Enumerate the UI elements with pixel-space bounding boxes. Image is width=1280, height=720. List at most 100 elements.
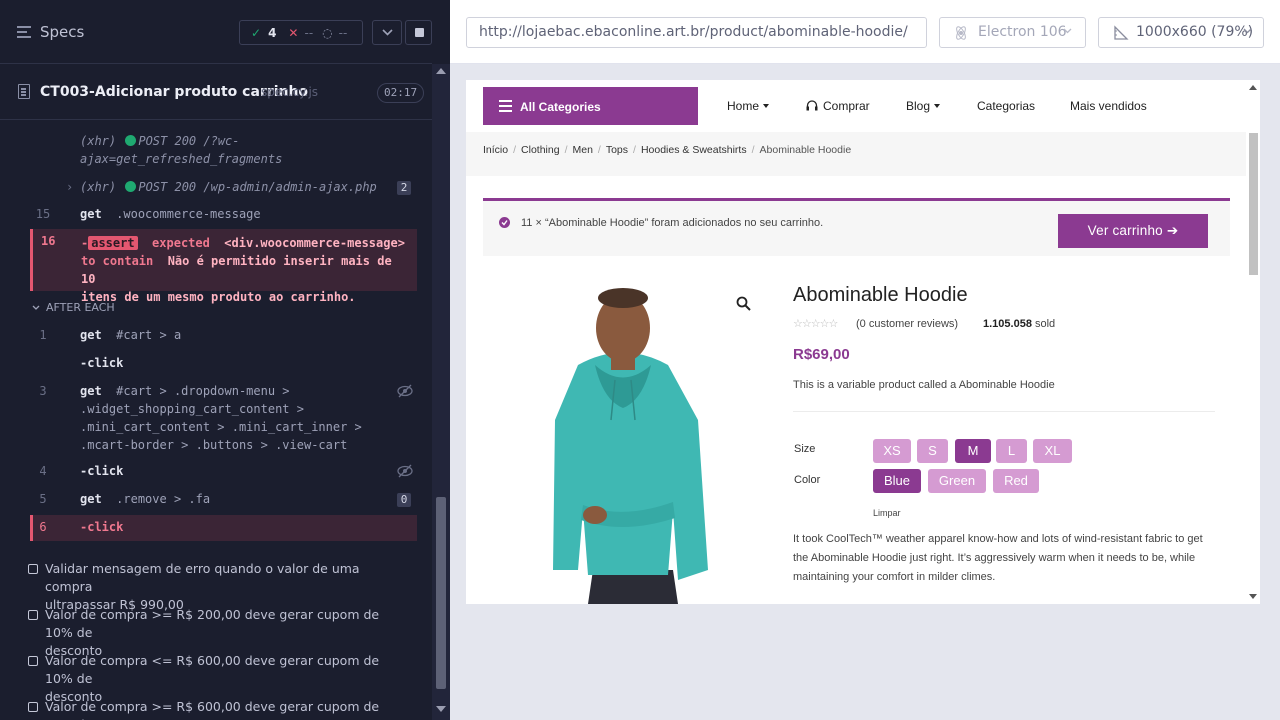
menu-comprar[interactable]: Comprar bbox=[806, 99, 870, 113]
zoom-icon[interactable] bbox=[736, 296, 751, 311]
clear-selection-link[interactable]: Limpar bbox=[873, 508, 901, 518]
sold-label: sold bbox=[1035, 318, 1056, 330]
command-arg: .remove > .fa bbox=[116, 492, 211, 506]
xhr-method: POST 200 /wp-admin/admin-ajax.php bbox=[138, 180, 377, 194]
color-swatch-blue[interactable]: Blue bbox=[873, 469, 921, 493]
cypress-reporter: Specs ✓ 4 ✕ -- ◌ -- CT003-Adicionar prod… bbox=[0, 0, 450, 720]
viewport-selector[interactable]: 1000x660 (79%) bbox=[1098, 17, 1264, 48]
scroll-up-arrow-icon[interactable] bbox=[436, 68, 446, 74]
spec-extension: spec.cy.js bbox=[261, 85, 319, 99]
size-swatch-s[interactable]: S bbox=[917, 439, 948, 463]
command-arg: .widget_shopping_cart_content > bbox=[80, 402, 304, 416]
after-each-label: AFTER EACH bbox=[46, 301, 115, 314]
hidden-eye-icon bbox=[397, 464, 413, 478]
xhr-label: (xhr) bbox=[80, 134, 117, 148]
failed-icon: ✕ bbox=[288, 25, 299, 40]
color-swatch-green[interactable]: Green bbox=[928, 469, 986, 493]
menu-categorias[interactable]: Categorias bbox=[977, 99, 1035, 113]
sold-number: 1.105.058 bbox=[983, 318, 1032, 330]
headset-icon bbox=[806, 100, 818, 111]
browser-selector[interactable]: Electron 106 bbox=[939, 17, 1086, 48]
command-click-6[interactable]: 6 -click bbox=[30, 518, 417, 538]
star-rating[interactable]: ☆☆☆☆☆ bbox=[793, 317, 838, 330]
breadcrumb-current: Abominable Hoodie bbox=[759, 144, 852, 156]
command-get-3[interactable]: 3 get #cart > .dropdown-menu > .widget_s… bbox=[30, 382, 417, 456]
menu-home[interactable]: Home bbox=[727, 99, 770, 113]
breadcrumb-link[interactable]: Clothing bbox=[521, 144, 560, 156]
hidden-eye-icon bbox=[397, 384, 413, 398]
expand-chevron-icon[interactable]: › bbox=[66, 178, 73, 196]
product-description: It took CoolTech™ weather apparel know-h… bbox=[793, 530, 1233, 587]
command-click-4[interactable]: 4 -click bbox=[30, 462, 417, 482]
test-stats: ✓ 4 ✕ -- ◌ -- bbox=[239, 20, 363, 45]
breadcrumb-link[interactable]: Men bbox=[572, 144, 592, 156]
test-title: Valor de compra >= R$ 600,00 deve gerar … bbox=[45, 699, 380, 720]
description-line: It took CoolTech™ weather apparel know-h… bbox=[793, 533, 1203, 545]
electron-icon bbox=[956, 26, 966, 40]
all-categories-label: All Categories bbox=[520, 100, 601, 114]
test-pending-icon bbox=[28, 564, 38, 574]
scroll-up-arrow-icon[interactable] bbox=[1249, 85, 1257, 90]
product-price: R$69,00 bbox=[793, 346, 850, 363]
command-number: 5 bbox=[39, 492, 47, 506]
product-image[interactable] bbox=[483, 270, 763, 604]
size-swatch-xs[interactable]: XS bbox=[873, 439, 911, 463]
breadcrumb: Início / Clothing / Men / Tops / Hoodies & Sweat… bbox=[483, 144, 852, 156]
reviews-link[interactable]: (0 customer reviews) bbox=[856, 318, 958, 330]
color-swatch-red[interactable]: Red bbox=[993, 469, 1039, 493]
assert-to-contain: to contain bbox=[81, 254, 154, 268]
size-swatch-xl[interactable]: XL bbox=[1033, 439, 1072, 463]
description-line: maintaining your comfort in milder clime… bbox=[793, 571, 996, 583]
command-name: get bbox=[80, 384, 102, 398]
menu-blog[interactable]: Blog bbox=[906, 99, 941, 113]
command-arg: .mcart-border > .buttons > .view-cart bbox=[80, 438, 348, 452]
command-xhr-2[interactable]: › (xhr) POST 200 /wp-admin/admin-ajax.ph… bbox=[30, 178, 417, 198]
size-swatch-m[interactable]: M bbox=[955, 439, 991, 463]
command-arg: #cart > a bbox=[116, 328, 182, 342]
failed-assertion[interactable]: 16 - assert expected <div.woocommerce-mes… bbox=[30, 229, 417, 304]
scroll-down-arrow-icon[interactable] bbox=[1249, 594, 1257, 599]
specs-title[interactable]: Specs bbox=[40, 23, 84, 41]
command-xhr-1[interactable]: (xhr) POST 200 /?wc- ajax=get_refreshed_… bbox=[30, 132, 417, 170]
all-categories-button[interactable]: All Categories bbox=[483, 87, 698, 125]
command-click[interactable]: -click bbox=[30, 354, 417, 374]
test-title: Validar mensagem de erro quando o valor … bbox=[45, 561, 360, 594]
sold-count: 1.105.058 sold bbox=[983, 318, 1055, 330]
specs-menu-icon[interactable] bbox=[17, 26, 31, 38]
arrow-right-icon: ➔ bbox=[1166, 223, 1179, 238]
after-each-hook[interactable]: AFTER EACH bbox=[32, 301, 115, 314]
command-name: get bbox=[80, 328, 102, 342]
menu-label: Blog bbox=[906, 99, 931, 113]
breadcrumb-link[interactable]: Tops bbox=[606, 144, 628, 156]
browser-label: Electron 106 bbox=[978, 24, 1067, 40]
command-name: get bbox=[80, 492, 102, 506]
iframe-scroll-thumb[interactable] bbox=[1249, 133, 1258, 275]
specs-bar: Specs ✓ 4 ✕ -- ◌ -- bbox=[0, 0, 432, 64]
menu-mais-vendidos[interactable]: Mais vendidos bbox=[1070, 99, 1147, 113]
reporter-scroll-thumb[interactable] bbox=[436, 497, 446, 689]
command-name: -click bbox=[80, 464, 124, 478]
stop-icon bbox=[415, 28, 424, 37]
breadcrumb-link[interactable]: Início bbox=[483, 144, 508, 156]
failed-count: -- bbox=[304, 25, 314, 40]
spec-duration: 02:17 bbox=[377, 83, 425, 103]
toggle-auto-scroll-button[interactable] bbox=[372, 20, 402, 45]
command-get-5[interactable]: 5 get .remove > .fa 0 bbox=[30, 490, 417, 510]
size-label: Size bbox=[794, 443, 816, 455]
command-number: 4 bbox=[39, 464, 47, 478]
command-get-1[interactable]: 1 get #cart > a bbox=[30, 326, 417, 346]
command-number: 16 bbox=[41, 234, 56, 248]
stop-button[interactable] bbox=[405, 20, 432, 45]
passed-icon: ✓ bbox=[251, 25, 262, 40]
scroll-down-arrow-icon[interactable] bbox=[436, 706, 446, 712]
menu-icon bbox=[499, 100, 512, 115]
product-title: Abominable Hoodie bbox=[793, 284, 968, 306]
passed-count: 4 bbox=[268, 25, 277, 40]
breadcrumb-link[interactable]: Hoodies & Sweatshirts bbox=[641, 144, 747, 156]
size-swatch-l[interactable]: L bbox=[996, 439, 1027, 463]
command-name: -click bbox=[80, 356, 124, 370]
command-get-15[interactable]: 15 get .woocommerce-message bbox=[30, 205, 417, 225]
url-bar[interactable]: http://lojaebac.ebaconline.art.br/produc… bbox=[466, 17, 927, 48]
xhr-url: ajax=get_refreshed_fragments bbox=[80, 152, 283, 166]
view-cart-button[interactable]: Ver carrinho ➔ bbox=[1058, 214, 1208, 248]
